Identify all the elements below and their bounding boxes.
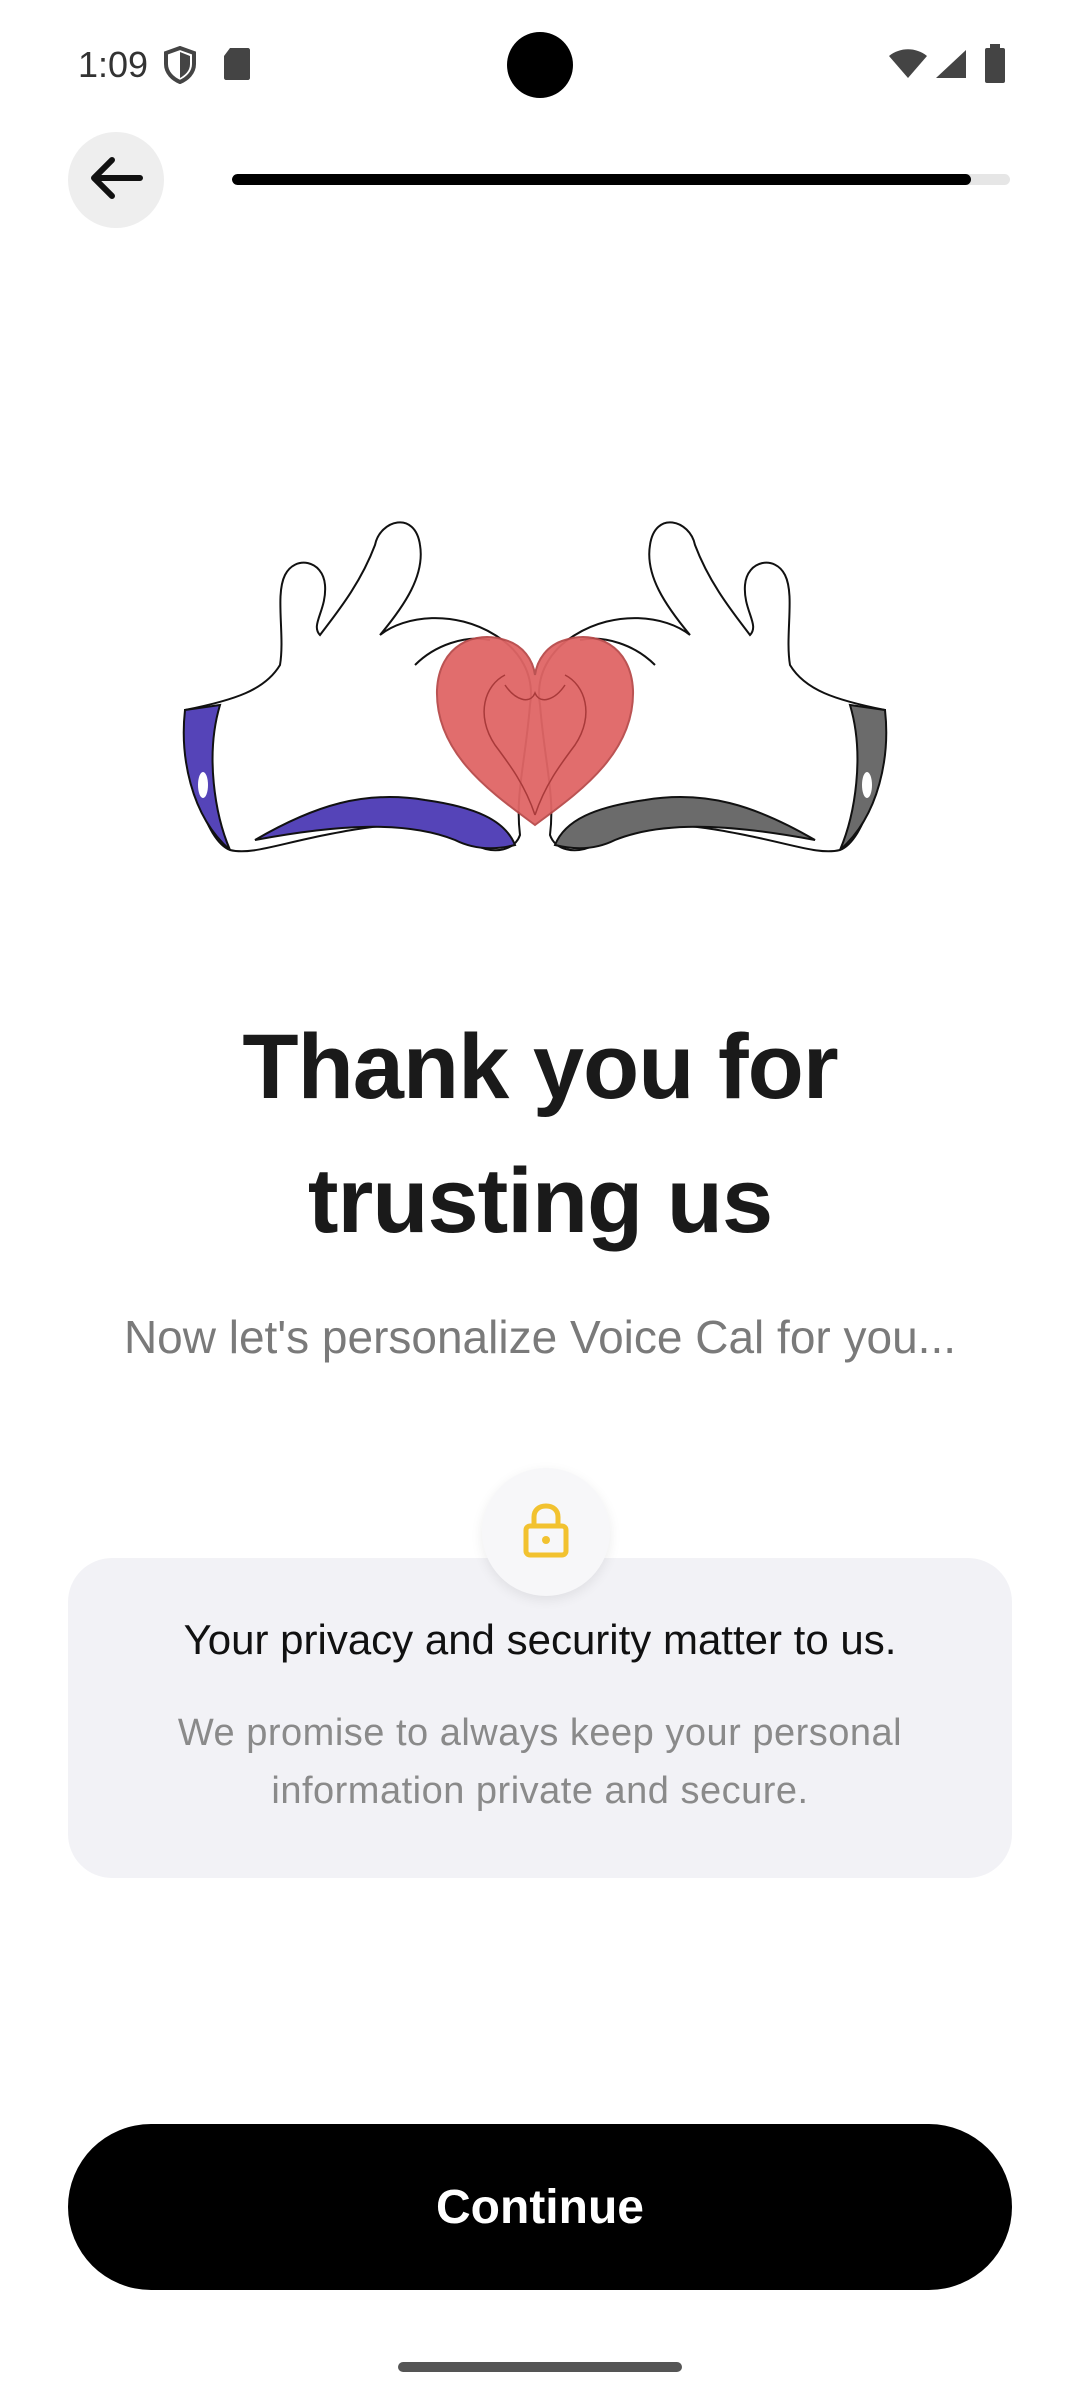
page-title: Thank you for trusting us <box>90 1000 990 1268</box>
lock-icon <box>523 1502 569 1563</box>
page-subtitle: Now let's personalize Voice Cal for you.… <box>123 1311 957 1363</box>
lock-badge <box>482 1468 610 1596</box>
arrow-left-icon <box>88 156 144 205</box>
title-line-1: Thank you for <box>242 1016 838 1118</box>
continue-button[interactable]: Continue <box>68 2124 1012 2290</box>
signal-icon <box>934 48 968 85</box>
privacy-text-line-2: information private and secure. <box>271 1770 809 1812</box>
title-line-2: trusting us <box>307 1150 773 1252</box>
sd-card-icon <box>222 46 252 87</box>
status-bar: 1:09 <box>0 0 1080 130</box>
back-button[interactable] <box>68 132 164 228</box>
heart-hands-icon <box>175 515 895 860</box>
home-indicator[interactable] <box>398 2362 682 2372</box>
privacy-text: We promise to always keep your personal … <box>128 1704 952 1820</box>
status-time: 1:09 <box>78 44 149 85</box>
privacy-title: Your privacy and security matter to us. <box>183 1616 897 1663</box>
battery-icon <box>984 44 1006 89</box>
onboarding-progress-bar <box>232 174 1010 185</box>
privacy-text-line-1: We promise to always keep your personal <box>177 1712 903 1754</box>
wifi-icon <box>888 48 928 85</box>
camera-cutout <box>507 32 573 98</box>
shield-icon <box>162 45 198 89</box>
privacy-card: Your privacy and security matter to us. … <box>68 1558 1012 1878</box>
progress-fill <box>232 174 972 185</box>
screen: 1:09 Thank you for trusting us Now let's… <box>0 0 1080 2400</box>
